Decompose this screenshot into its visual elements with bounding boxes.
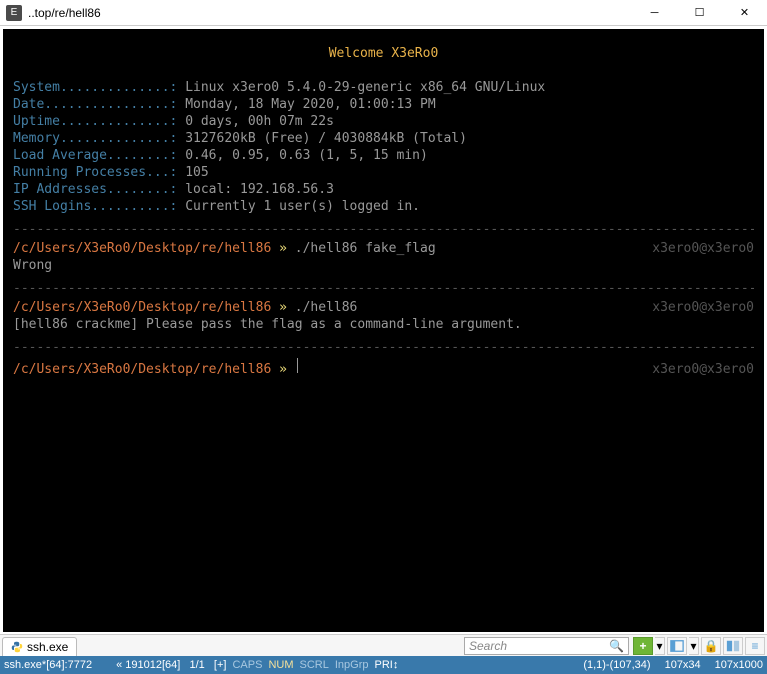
prompt-line-3: /c/Users/X3eRo0/Desktop/re/hell86 » x3er… <box>13 358 754 378</box>
dropdown-button[interactable]: ▾ <box>655 637 665 655</box>
status-caps[interactable]: CAPS <box>232 659 262 671</box>
search-input[interactable]: Search 🔍 <box>464 637 629 655</box>
status-mid: « 191012[64] 1/1 [+] <box>116 659 226 671</box>
info-memory: Memory..............: 3127620kB (Free) /… <box>13 130 754 147</box>
window-titlebar: E ..top/re/hell86 ─ ☐ ✕ <box>0 0 767 26</box>
output-1: Wrong <box>13 257 754 274</box>
menu-button[interactable]: ≡ <box>745 637 765 655</box>
dropdown-2-button[interactable]: ▾ <box>689 637 699 655</box>
user-host: x3ero0@x3ero0 <box>357 299 754 316</box>
welcome-banner: Welcome X3eRo0 <box>13 45 754 62</box>
prompt-arrow: » <box>271 299 294 316</box>
app-icon: E <box>6 5 22 21</box>
info-uptime: Uptime..............: 0 days, 00h 07m 22… <box>13 113 754 130</box>
tab-label: ssh.exe <box>27 640 68 654</box>
tab-ssh[interactable]: ssh.exe <box>2 637 77 657</box>
window-title: ..top/re/hell86 <box>28 6 632 20</box>
info-system: System..............: Linux x3ero0 5.4.0… <box>13 79 754 96</box>
info-load: Load Average........: 0.46, 0.95, 0.63 (… <box>13 147 754 164</box>
prompt-path: /c/Users/X3eRo0/Desktop/re/hell86 <box>13 299 271 316</box>
status-file[interactable]: ssh.exe*[64]:7772 <box>4 659 92 671</box>
user-host: x3ero0@x3ero0 <box>436 240 754 257</box>
close-button[interactable]: ✕ <box>722 0 767 26</box>
divider: ----------------------------------------… <box>13 221 754 238</box>
status-buffer: 107x1000 <box>715 659 763 671</box>
prompt-line-1: /c/Users/X3eRo0/Desktop/re/hell86 » ./he… <box>13 240 754 257</box>
status-dimensions: 107x34 <box>665 659 701 671</box>
status-num[interactable]: NUM <box>268 659 293 671</box>
search-placeholder: Search <box>469 639 507 653</box>
info-date: Date................: Monday, 18 May 202… <box>13 96 754 113</box>
divider: ----------------------------------------… <box>13 339 754 356</box>
maximize-button[interactable]: ☐ <box>677 0 722 26</box>
minimize-button[interactable]: ─ <box>632 0 677 26</box>
info-processes: Running Processes...: 105 <box>13 164 754 181</box>
search-icon[interactable]: 🔍 <box>609 639 624 653</box>
window-controls: ─ ☐ ✕ <box>632 0 767 26</box>
output-2: [hell86 crackme] Please pass the flag as… <box>13 316 754 333</box>
prompt-path: /c/Users/X3eRo0/Desktop/re/hell86 <box>13 240 271 257</box>
info-ssh: SSH Logins..........: Currently 1 user(s… <box>13 198 754 215</box>
python-icon <box>11 641 23 653</box>
status-scrl[interactable]: SCRL <box>300 659 329 671</box>
prompt-path: /c/Users/X3eRo0/Desktop/re/hell86 <box>13 361 271 378</box>
prompt-arrow: » <box>271 361 294 378</box>
add-tab-button[interactable]: + <box>633 637 653 655</box>
prompt-line-2: /c/Users/X3eRo0/Desktop/re/hell86 » ./he… <box>13 299 754 316</box>
bottom-toolbar: ssh.exe Search 🔍 + ▾ ▾ 🔒 ≡ <box>0 634 767 656</box>
command-1: ./hell86 fake_flag <box>295 240 436 257</box>
user-host: x3ero0@x3ero0 <box>298 361 754 378</box>
lock-button[interactable]: 🔒 <box>701 637 721 655</box>
status-position: (1,1)-(107,34) <box>583 659 650 671</box>
status-bar: ssh.exe*[64]:7772 « 191012[64] 1/1 [+] C… <box>0 656 767 674</box>
prompt-arrow: » <box>271 240 294 257</box>
panel-button[interactable] <box>667 637 687 655</box>
command-2: ./hell86 <box>295 299 358 316</box>
info-ip: IP Addresses........: local: 192.168.56.… <box>13 181 754 198</box>
terminal-view[interactable]: Welcome X3eRo0 System..............: Lin… <box>0 26 767 635</box>
status-pri[interactable]: PRI↕ <box>375 659 399 671</box>
divider: ----------------------------------------… <box>13 280 754 297</box>
split-button[interactable] <box>723 637 743 655</box>
status-inpgrp[interactable]: InpGrp <box>335 659 369 671</box>
